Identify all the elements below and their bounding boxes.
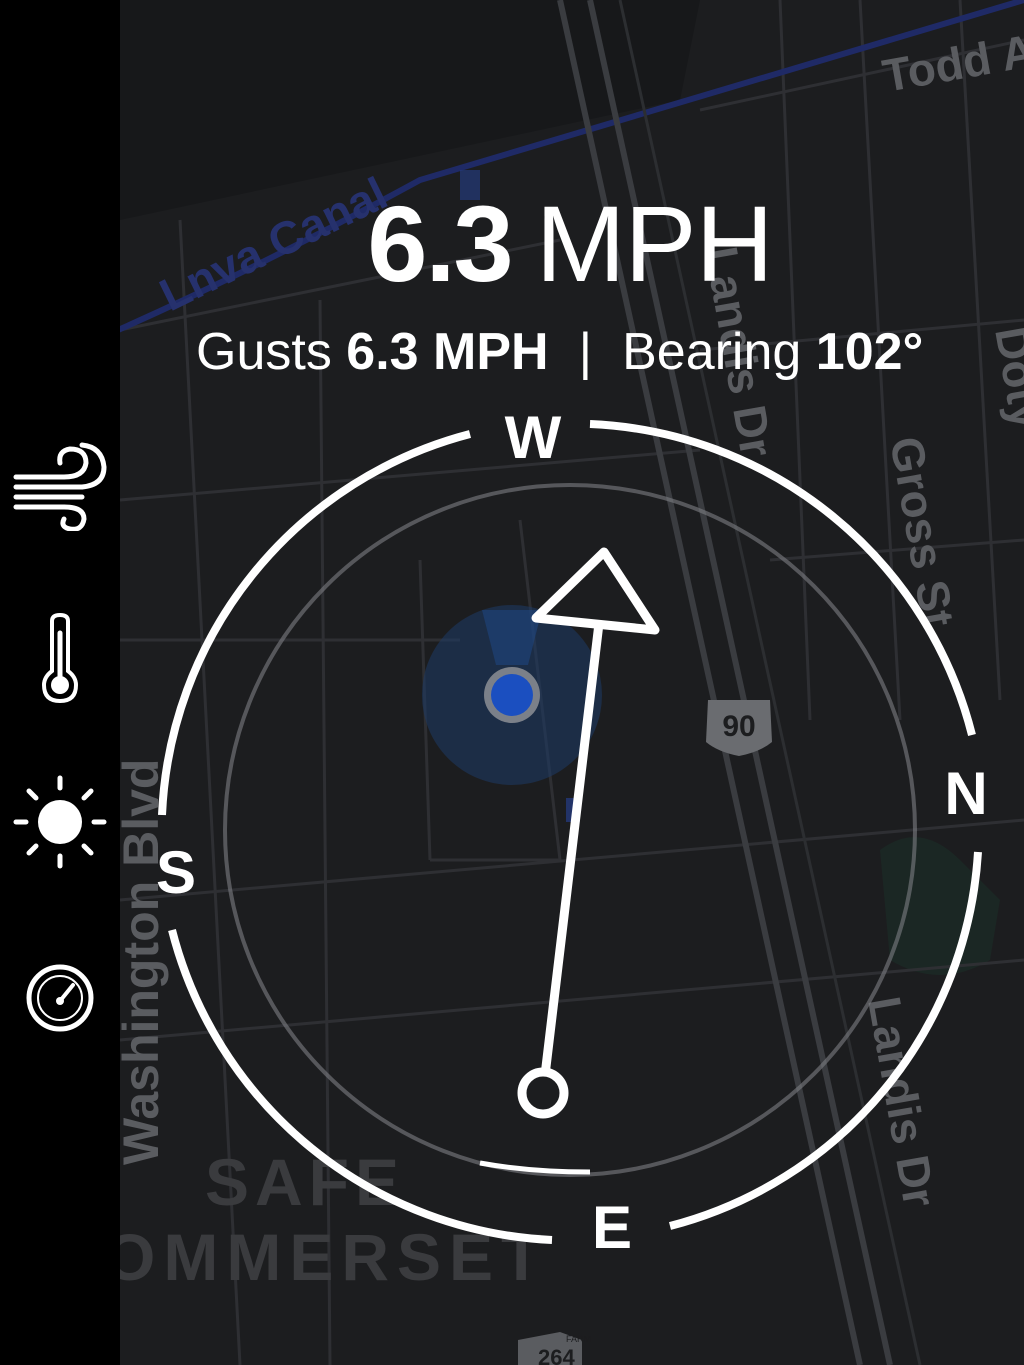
wind-details: Gusts 6.3 MPH | Bearing 102°: [196, 322, 923, 382]
compass-label-south: S: [155, 839, 197, 906]
gusts-label: Gusts: [196, 323, 332, 381]
map-label-washington: Washington Blvd: [113, 759, 169, 1165]
sun-icon: [13, 775, 107, 869]
wind-icon: [13, 442, 107, 531]
map-label-safe: SAFE: [205, 1145, 405, 1219]
temperature-button[interactable]: [10, 608, 110, 708]
bearing-value: 102°: [815, 323, 924, 381]
current-location-marker[interactable]: [422, 605, 602, 785]
gusts-value: 6.3 MPH: [346, 323, 549, 381]
map-label-sommerset: SOMMERSET: [52, 1220, 549, 1294]
farm-road-number: 264: [538, 1345, 575, 1365]
bearing-label: Bearing: [622, 323, 802, 381]
compass-label-north: N: [944, 760, 988, 827]
gauge-icon: [26, 964, 94, 1032]
thermometer-icon: [41, 613, 79, 703]
wind-button[interactable]: [10, 436, 110, 536]
compass-label-east: E: [591, 1194, 633, 1261]
wind-speed-readout: 6.3 MPH: [0, 190, 1024, 298]
wind-speed-value: 6.3: [367, 183, 513, 304]
weather-button[interactable]: [10, 772, 110, 872]
route-90-shield: 90: [706, 700, 772, 756]
details-separator: |: [578, 323, 593, 381]
gauge-button[interactable]: [10, 948, 110, 1048]
farm-road-label: FARM: [566, 1334, 591, 1344]
route-90-label: 90: [722, 710, 755, 743]
compass-label-west: W: [504, 404, 562, 471]
wind-speed-unit: MPH: [535, 183, 774, 304]
